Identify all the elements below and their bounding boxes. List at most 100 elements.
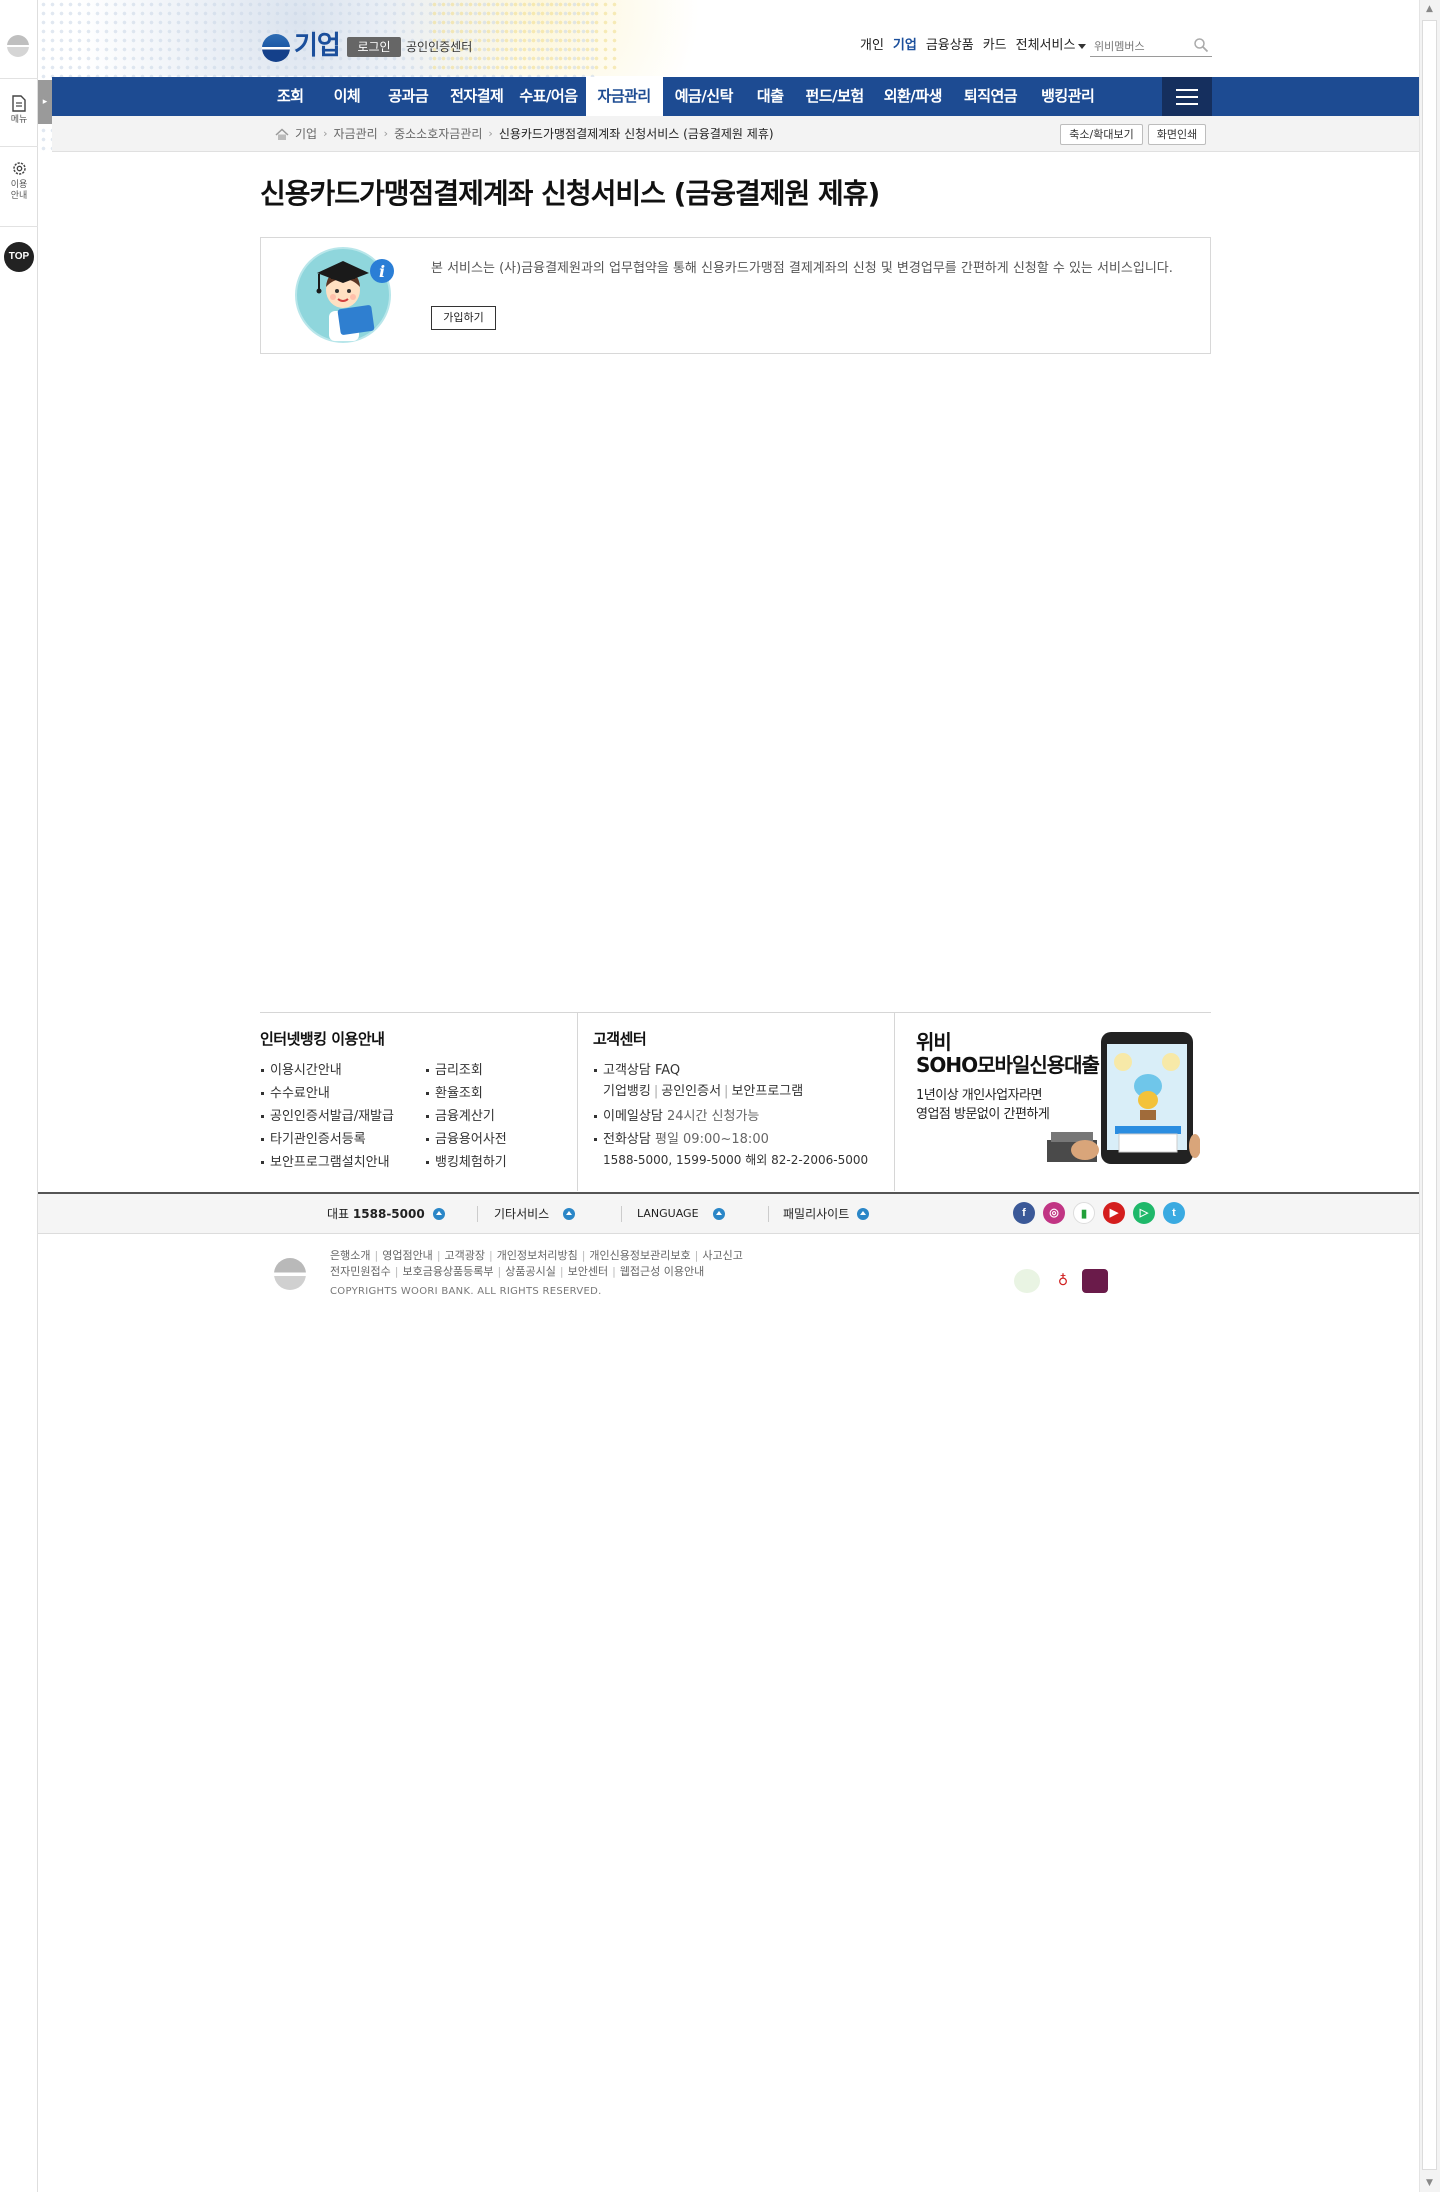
language-dropdown[interactable]: LANGUAGE	[637, 1203, 725, 1225]
other-services-dropdown[interactable]: 기타서비스	[494, 1203, 576, 1225]
customer-faq-list: 고객상담 FAQ	[593, 1059, 680, 1082]
top-link-business[interactable]: 기업	[893, 36, 917, 56]
quick-guide-label-2: 안내	[10, 191, 28, 201]
banking-guide-list: 이용시간안내 수수료안내 공인인증서발급/재발급 타기관인증서등록 보안프로그램…	[260, 1059, 394, 1174]
scrollbar-thumb[interactable]	[1422, 20, 1437, 2170]
search-icon[interactable]	[1193, 37, 1209, 53]
footer-link[interactable]: 상품공시실	[505, 1265, 556, 1278]
email-consult-note: 24시간 신청가능	[666, 1109, 760, 1124]
guide-link-fees[interactable]: 수수료안내	[260, 1082, 394, 1105]
zoom-button[interactable]: 축소/확대보기	[1060, 124, 1143, 145]
scroll-up-arrow-icon[interactable]: ▲	[1419, 0, 1440, 18]
login-button[interactable]: 로그인	[347, 37, 401, 57]
print-button[interactable]: 화면인쇄	[1148, 124, 1206, 145]
guide-link-calculator[interactable]: 금융계산기	[425, 1105, 507, 1128]
quickbar-divider	[0, 78, 38, 79]
service-description: 본 서비스는 (사)금융결제원과의 업무협약을 통해 신용카드가맹점 결제계좌의…	[431, 261, 1173, 276]
join-button[interactable]: 가입하기	[431, 306, 496, 330]
twitter-icon[interactable]: t	[1163, 1202, 1185, 1224]
guide-link-glossary[interactable]: 금융용어사전	[425, 1128, 507, 1151]
woori-logo-icon[interactable]	[262, 34, 290, 62]
guide-link-interest-rate[interactable]: 금리조회	[425, 1059, 507, 1082]
family-sites-dropdown[interactable]: 패밀리사이트	[783, 1203, 870, 1225]
breadcrumb-item[interactable]: 중소소호자금관리	[394, 124, 482, 144]
chevron-right-icon: ›	[383, 127, 389, 140]
scroll-top-button[interactable]: TOP	[4, 242, 34, 272]
main-phone: 대표 1588-5000	[327, 1203, 445, 1225]
nav-item-banking-mgmt[interactable]: 뱅킹관리	[1029, 77, 1106, 116]
site-logo-text[interactable]: 기업	[294, 30, 341, 62]
guide-link-cert-issue[interactable]: 공인인증서발급/재발급	[260, 1105, 394, 1128]
faq-sub-cert[interactable]: 공인인증서	[661, 1084, 721, 1099]
banner-title-line-1: 위비	[916, 1030, 952, 1054]
phone-consult-hours: 평일 09:00~18:00	[654, 1132, 769, 1147]
nav-item-loan[interactable]: 대출	[745, 77, 796, 116]
footer-link[interactable]: 전자민원접수	[330, 1265, 391, 1278]
quick-guide-button[interactable]: 이용 안내	[0, 160, 38, 202]
guide-link-demo[interactable]: 뱅킹체험하기	[425, 1151, 507, 1174]
faq-link[interactable]: 고객상담 FAQ	[593, 1059, 680, 1082]
top-link-personal[interactable]: 개인	[860, 36, 884, 56]
footer-links-row-1: 은행소개 | 영업점안내 | 고객광장 | 개인정보처리방침 | 개인신용정보관리보호 | 사고신고	[330, 1249, 743, 1262]
circle-arrow-up-icon	[712, 1208, 725, 1220]
bank-logo-icon[interactable]	[7, 35, 29, 57]
nav-item-inquiry[interactable]: 조회	[261, 77, 320, 116]
top-link-card[interactable]: 카드	[983, 36, 1007, 56]
guide-link-exchange-rate[interactable]: 환율조회	[425, 1082, 507, 1105]
search-input[interactable]	[1090, 36, 1190, 57]
footer-column-divider	[577, 1013, 578, 1191]
phone-consult-label: 전화상담	[603, 1132, 651, 1147]
circle-arrow-up-icon	[857, 1208, 870, 1220]
footer-link[interactable]: 고객광장	[445, 1249, 485, 1262]
faq-sub-security[interactable]: 보안프로그램	[731, 1084, 803, 1099]
guide-link-hours[interactable]: 이용시간안내	[260, 1059, 394, 1082]
nav-item-checks[interactable]: 수표/어음	[511, 77, 585, 116]
hamburger-menu-icon[interactable]	[1162, 77, 1212, 116]
scroll-down-arrow-icon[interactable]: ▼	[1419, 2174, 1440, 2192]
page-title: 신용카드가맹점결제계좌 신청서비스 (금융결제원 제휴)	[260, 177, 880, 210]
nav-item-funds[interactable]: 자금관리	[585, 77, 663, 116]
guide-link-security-install[interactable]: 보안프로그램설치안내	[260, 1151, 394, 1174]
home-icon[interactable]	[275, 127, 289, 141]
facebook-icon[interactable]: f	[1013, 1202, 1035, 1224]
nav-item-utility[interactable]: 공과금	[374, 77, 442, 116]
guide-link-cert-register[interactable]: 타기관인증서등록	[260, 1128, 394, 1151]
footer-link[interactable]: 개인정보처리방침	[497, 1249, 578, 1262]
footer-link[interactable]: 보안센터	[568, 1265, 608, 1278]
cert-center-link[interactable]: 공인인증센터	[406, 38, 472, 56]
youtube-icon[interactable]: ▶	[1103, 1202, 1125, 1224]
kakao-story-icon[interactable]: ▮	[1073, 1202, 1095, 1224]
nav-item-transfer[interactable]: 이체	[320, 77, 375, 116]
footer-link[interactable]: 은행소개	[330, 1249, 370, 1262]
graduate-character-illustration: i	[295, 247, 394, 343]
breadcrumb-item[interactable]: 기업	[295, 124, 317, 144]
instagram-icon[interactable]: ◎	[1043, 1202, 1065, 1224]
nav-item-fund-insurance[interactable]: 펀드/보험	[796, 77, 874, 116]
all-services-dropdown[interactable]: 전체서비스	[1016, 36, 1087, 56]
copyright-text: COPYRIGHTS WOORI BANK. ALL RIGHTS RESERV…	[330, 1286, 602, 1297]
quick-menu-button[interactable]: 메뉴	[0, 95, 38, 126]
footer-link[interactable]: 웹접근성 이용안내	[620, 1265, 704, 1278]
nav-item-pension[interactable]: 퇴직연금	[952, 77, 1029, 116]
footer-bar-separator	[768, 1206, 769, 1222]
nav-item-deposit[interactable]: 예금/신탁	[663, 77, 745, 116]
circle-arrow-up-icon[interactable]	[432, 1208, 445, 1220]
nav-item-e-payment[interactable]: 전자결제	[442, 77, 511, 116]
breadcrumb-item[interactable]: 자금관리	[334, 124, 378, 144]
footer-link[interactable]: 영업점안내	[382, 1249, 433, 1262]
email-consult-label: 이메일상담	[603, 1109, 663, 1124]
customer-center-heading: 고객센터	[593, 1030, 647, 1048]
quickbar-toggle-arrow-icon[interactable]: ▸	[38, 80, 52, 124]
faq-sub-business[interactable]: 기업뱅킹	[603, 1084, 651, 1099]
footer-link[interactable]: 보호금융상품등록부	[402, 1265, 493, 1278]
nav-item-forex[interactable]: 외환/파생	[874, 77, 952, 116]
footer-link[interactable]: 사고신고	[702, 1249, 742, 1262]
play-icon[interactable]: ▷	[1133, 1202, 1155, 1224]
footer-link[interactable]: 개인신용정보관리보호	[589, 1249, 690, 1262]
banking-guide-list-2: 금리조회 환율조회 금융계산기 금융용어사전 뱅킹체험하기	[425, 1059, 507, 1174]
header-dot-pattern-yellow	[430, 0, 620, 70]
top-link-products[interactable]: 금융상품	[926, 36, 974, 56]
language-label: LANGUAGE	[637, 1207, 699, 1220]
other-services-label: 기타서비스	[494, 1207, 550, 1221]
email-consult-item[interactable]: 이메일상담 24시간 신청가능	[593, 1105, 769, 1128]
